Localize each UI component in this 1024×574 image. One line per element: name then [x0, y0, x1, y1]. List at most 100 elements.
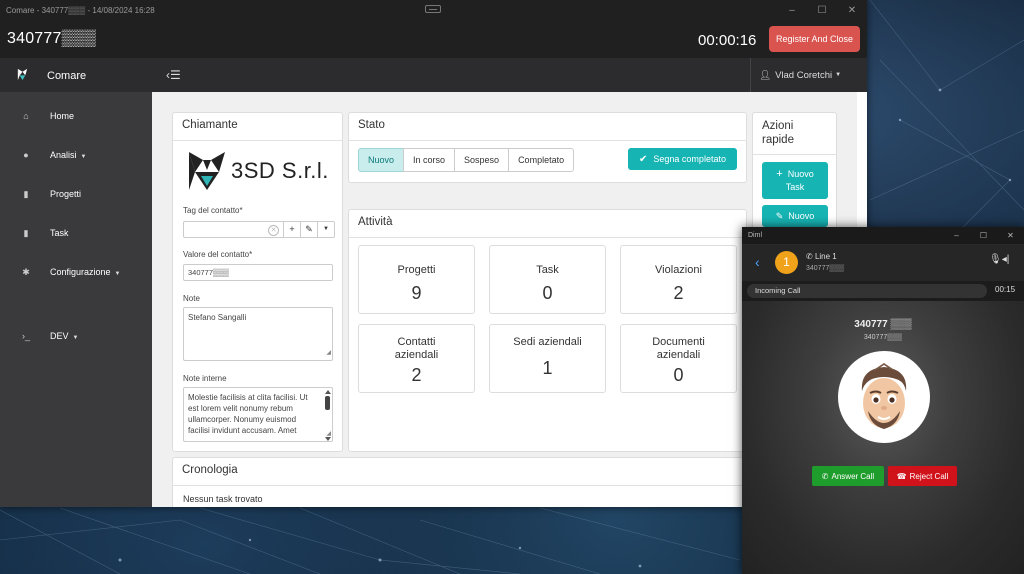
- sidebar-item-task[interactable]: ▮ Task: [0, 223, 152, 243]
- sidebar-item-dev[interactable]: ›_ DEV ▼: [0, 326, 152, 346]
- tag-label: Tag del contatto*: [183, 206, 243, 215]
- stat-value: 2: [411, 365, 422, 385]
- search-icon: ●: [23, 150, 29, 160]
- sidebar-toggle-icon[interactable]: ‹☰: [166, 68, 181, 82]
- maximize-button[interactable]: ☐: [807, 0, 837, 20]
- stat-title: Task: [536, 264, 559, 276]
- caller-avatar-icon: [838, 351, 930, 443]
- resize-handle-icon[interactable]: ◢: [326, 348, 331, 359]
- sidebar-item-label: Progetti: [50, 189, 82, 199]
- phone-icon: ✆: [806, 252, 813, 261]
- close-window-button[interactable]: ✕: [837, 0, 867, 20]
- stato-completato-button[interactable]: Completato: [508, 148, 575, 172]
- minimize-button[interactable]: –: [943, 227, 970, 244]
- attivita-card: Attività Progetti 9 Task 0 Violazioni 2 …: [348, 209, 747, 452]
- back-arrow-icon[interactable]: ‹: [755, 254, 760, 270]
- call-status-bar: Incoming Call 00:15: [742, 281, 1024, 301]
- softphone-window: Diml – ☐ ✕ ‹ 1 ✆ Line 1 340777▒▒▒ 🎙︎◂| I…: [742, 227, 1024, 574]
- note-textarea[interactable]: Stefano Sangalli ◢: [183, 307, 333, 361]
- scroll-thumb[interactable]: [325, 396, 330, 410]
- stat-value: 0: [542, 283, 553, 303]
- line-number: 340777▒▒▒: [806, 265, 845, 272]
- user-menu[interactable]: 👤︎ Vlad Coretchi ▼: [750, 58, 841, 92]
- stat-tile-documenti-aziendali[interactable]: Documenti aziendali 0: [620, 324, 737, 393]
- app-brand[interactable]: Comare: [47, 70, 86, 82]
- stat-tile-violazioni[interactable]: Violazioni 2: [620, 245, 737, 314]
- window-title: Comare - 340777▒▒▒ - 14/08/2024 16:28: [6, 5, 155, 15]
- softphone-title: Diml: [748, 232, 762, 239]
- scroll-up-icon[interactable]: [325, 390, 331, 394]
- stato-sospeso-button[interactable]: Sospeso: [454, 148, 510, 172]
- card-title: Attività: [349, 210, 746, 238]
- sidebar-item-label: Analisi: [50, 150, 77, 160]
- stato-button-group: Nuovo In corso Sospeso Completato: [358, 148, 575, 172]
- incoming-caller-sub: 340777▒▒▒: [863, 334, 903, 341]
- clear-icon[interactable]: ✕: [268, 225, 279, 236]
- phone-icon: ✆: [821, 471, 829, 481]
- user-name: Vlad Coretchi: [775, 69, 833, 81]
- line-badge[interactable]: 1: [775, 251, 798, 274]
- call-duration: 00:15: [995, 285, 1016, 294]
- stato-in-corso-button[interactable]: In corso: [403, 148, 456, 172]
- hangup-icon: ☎: [896, 471, 907, 481]
- user-icon: 👤︎: [759, 69, 772, 81]
- call-header: 340777▒▒▒ 00:00:16 Register And Close: [0, 20, 867, 58]
- softphone-titlebar[interactable]: Diml – ☐ ✕: [742, 227, 1024, 245]
- line-bar: ‹ 1 ✆ Line 1 340777▒▒▒ 🎙︎◂|: [742, 245, 1024, 281]
- stat-tile-sedi-aziendali[interactable]: Sedi aziendali 1: [489, 324, 606, 393]
- edit-tag-button[interactable]: ✎: [300, 222, 317, 237]
- company-logo: 3SD S.r.l.: [185, 148, 329, 194]
- stat-tile-progetti[interactable]: Progetti 9: [358, 245, 475, 314]
- cronologia-empty-text: Nessun task trovato: [183, 494, 263, 504]
- stat-value: 2: [673, 283, 684, 303]
- audio-controls-icon[interactable]: 🎙︎◂|: [989, 254, 1009, 265]
- note-interne-textarea[interactable]: Molestie facilisis at clita facilisi. Ut…: [183, 387, 333, 442]
- call-timer: 00:00:16: [698, 32, 757, 49]
- maximize-button[interactable]: ☐: [970, 227, 997, 244]
- card-title: Stato: [349, 113, 746, 141]
- sidebar-item-progetti[interactable]: ▮ Progetti: [0, 184, 152, 204]
- sidebar-item-configurazione[interactable]: ✱ Configurazione ▼: [0, 262, 152, 282]
- chevron-down-icon: ▼: [835, 72, 842, 78]
- register-and-close-button[interactable]: Register And Close: [769, 26, 860, 52]
- nuovo-button[interactable]: ✎ Nuovo: [762, 205, 828, 227]
- stat-value: 1: [542, 358, 553, 378]
- stato-nuovo-button[interactable]: Nuovo: [358, 148, 405, 172]
- clipboard-icon: ▮: [23, 227, 29, 238]
- sidebar-item-label: Configurazione: [50, 267, 111, 277]
- tag-dropdown-button[interactable]: ▼: [317, 222, 334, 237]
- stat-value: 9: [411, 283, 422, 303]
- plus-icon: +: [776, 167, 783, 180]
- drag-handle-icon[interactable]: [425, 5, 441, 13]
- tag-input[interactable]: ✕: [184, 222, 283, 237]
- note-label: Note: [183, 294, 200, 303]
- valore-input[interactable]: 340777▒▒▒: [183, 264, 333, 281]
- reject-call-button[interactable]: ☎ Reject Call: [888, 466, 957, 486]
- chevron-down-icon: ▼: [114, 271, 121, 277]
- stat-title: Violazioni: [655, 264, 702, 276]
- sidebar-item-analisi[interactable]: ● Analisi ▼: [0, 145, 152, 165]
- window-titlebar[interactable]: Comare - 340777▒▒▒ - 14/08/2024 16:28 – …: [0, 0, 867, 20]
- check-icon: ✔: [639, 153, 648, 165]
- terminal-icon: ›_: [21, 331, 30, 341]
- sidebar: ⌂ Home ● Analisi ▼ ▮ Progetti ▮ Task ✱ Co…: [0, 92, 152, 507]
- segna-completato-button[interactable]: ✔ Segna completato: [628, 148, 737, 170]
- incoming-caller-number: 340777 ▒▒▒: [854, 319, 912, 330]
- chiamante-card: Chiamante 3SD S.r.l. Tag del contatto* ✕: [172, 112, 343, 452]
- stat-tile-task[interactable]: Task 0: [489, 245, 606, 314]
- close-window-button[interactable]: ✕: [997, 227, 1024, 244]
- answer-call-button[interactable]: ✆ Answer Call: [812, 466, 884, 486]
- add-tag-button[interactable]: +: [283, 222, 300, 237]
- sidebar-item-home[interactable]: ⌂ Home: [0, 106, 152, 126]
- call-status: Incoming Call: [747, 284, 987, 298]
- stat-tile-contatti-aziendali[interactable]: Contatti aziendali 2: [358, 324, 475, 393]
- nuovo-task-button[interactable]: + Nuovo Task: [762, 162, 828, 199]
- megaphone-icon: ✎: [775, 210, 784, 221]
- minimize-button[interactable]: –: [777, 0, 807, 20]
- resize-handle-icon[interactable]: ◢: [326, 429, 331, 440]
- line-label: ✆ Line 1: [806, 252, 837, 261]
- top-navbar: Comare ‹☰ 👤︎ Vlad Coretchi ▼: [0, 58, 867, 92]
- book-icon: ▮: [23, 188, 29, 199]
- card-title: Chiamante: [173, 113, 342, 141]
- home-icon: ⌂: [23, 111, 29, 121]
